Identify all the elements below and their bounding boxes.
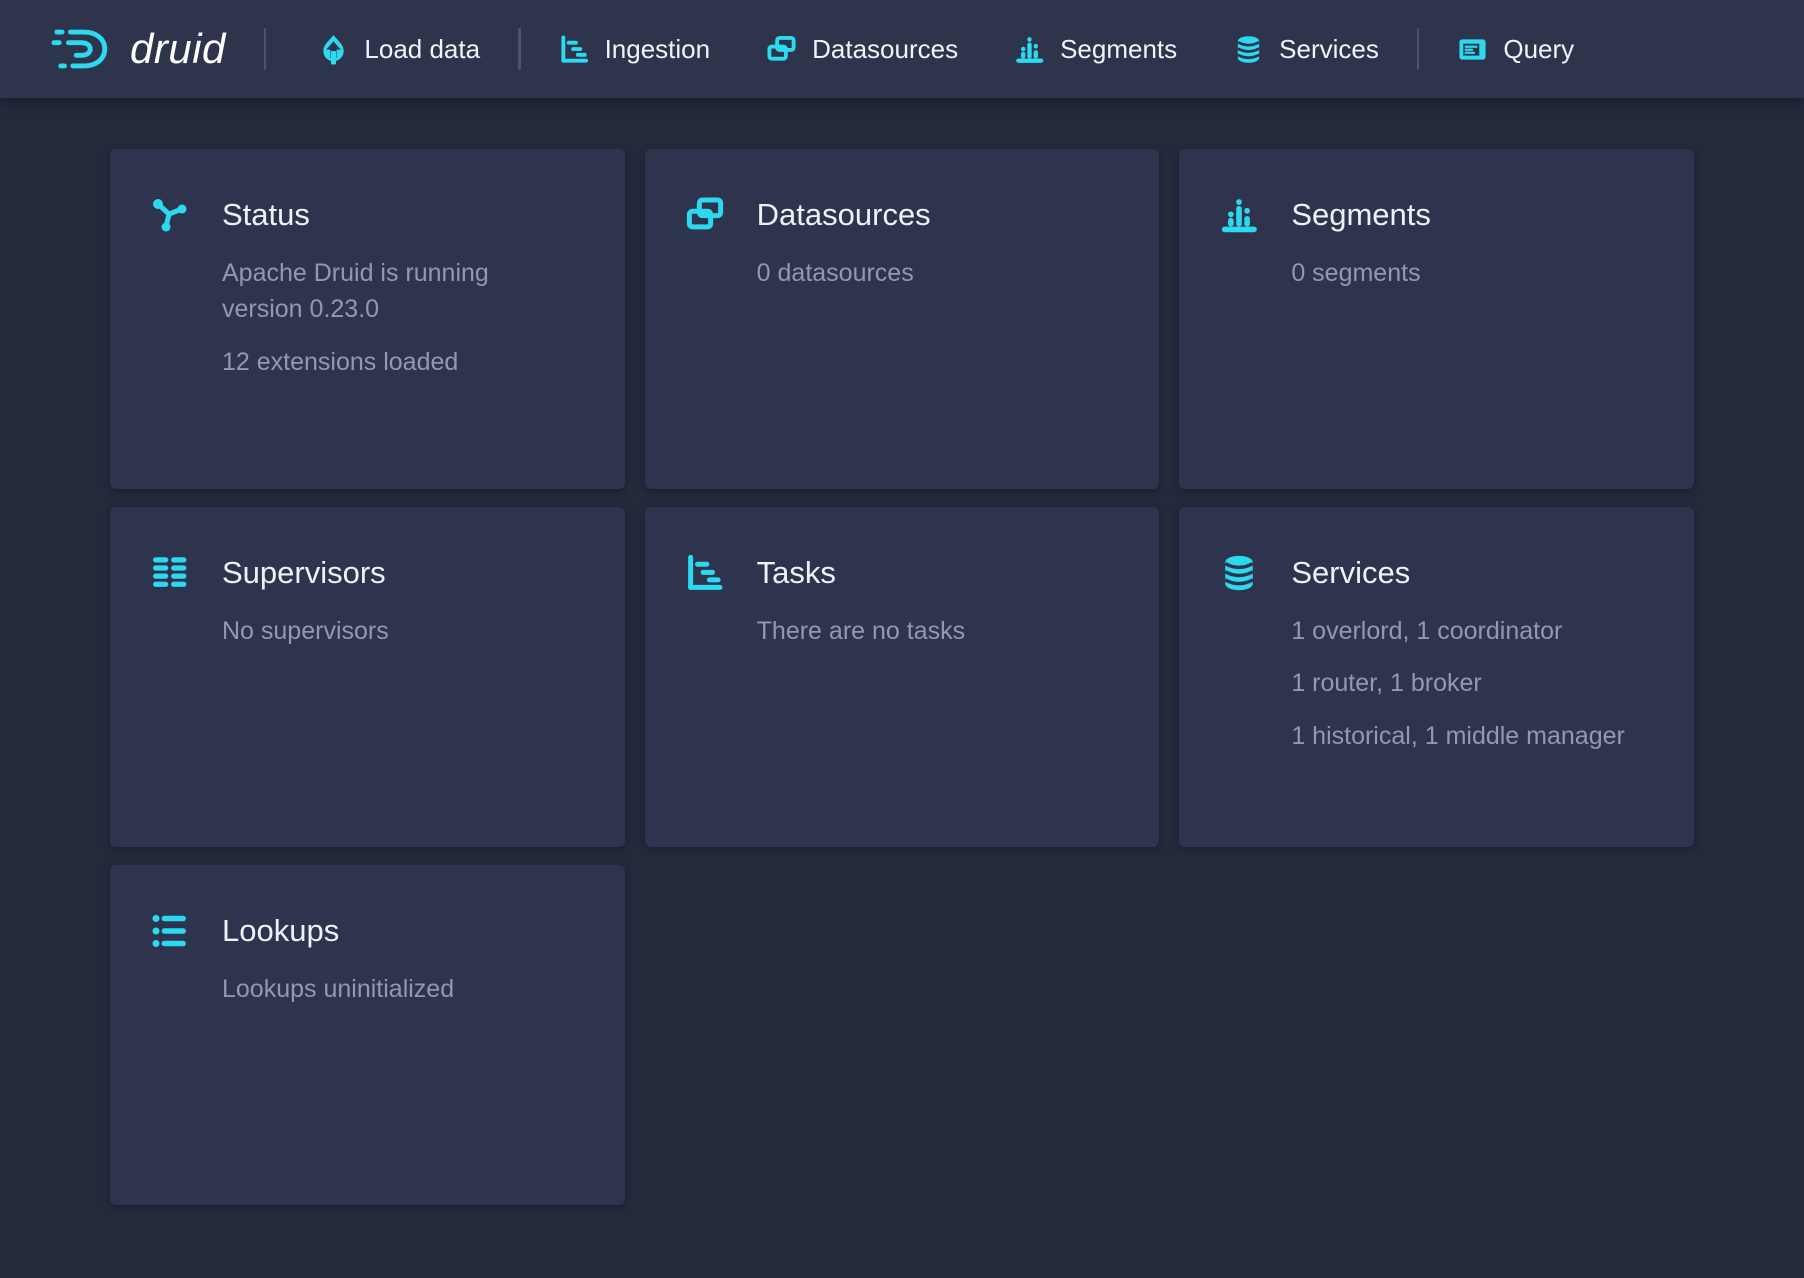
status-extensions-text: 12 extensions loaded xyxy=(222,344,552,380)
layers-icon xyxy=(766,34,797,65)
lookups-status-text: Lookups uninitialized xyxy=(222,971,597,1007)
services-line-1: 1 overlord, 1 coordinator xyxy=(1291,613,1666,649)
nav-item-query[interactable]: Query xyxy=(1429,0,1602,98)
card-title: Services xyxy=(1291,554,1410,591)
layers-icon xyxy=(685,195,725,235)
nav-item-ingestion[interactable]: Ingestion xyxy=(531,0,739,98)
druid-logo[interactable]: druid xyxy=(50,26,230,72)
nav-item-segments[interactable]: Segments xyxy=(986,0,1205,98)
nav-divider xyxy=(264,28,267,70)
status-card[interactable]: Status Apache Druid is running version 0… xyxy=(110,149,625,489)
nav-item-load-data[interactable]: Load data xyxy=(290,0,508,98)
top-navbar: druid Load data Ingestion Datasources xyxy=(0,0,1804,98)
druid-logo-icon xyxy=(50,26,114,72)
supervisors-status-text: No supervisors xyxy=(222,613,597,649)
status-running-text: Apache Druid is running version 0.23.0 xyxy=(222,255,552,328)
nav-label: Load data xyxy=(364,36,480,62)
nav-divider xyxy=(1417,28,1420,70)
card-title: Tasks xyxy=(757,554,836,591)
services-line-2: 1 router, 1 broker xyxy=(1291,665,1666,701)
database-icon xyxy=(1219,553,1259,593)
upload-icon xyxy=(318,34,349,65)
properties-list-icon xyxy=(150,911,190,951)
card-title: Status xyxy=(222,196,310,233)
nav-label: Datasources xyxy=(812,36,958,62)
services-card[interactable]: Services 1 overlord, 1 coordinator 1 rou… xyxy=(1179,507,1694,847)
card-title: Lookups xyxy=(222,912,339,949)
gantt-chart-icon xyxy=(685,553,725,593)
card-title: Datasources xyxy=(757,196,931,233)
nav-divider xyxy=(518,28,521,70)
lookups-card[interactable]: Lookups Lookups uninitialized xyxy=(110,865,625,1205)
console-icon xyxy=(1457,34,1488,65)
bar-chart-icon xyxy=(1219,195,1259,235)
nav-label: Services xyxy=(1279,36,1379,62)
home-card-grid: Status Apache Druid is running version 0… xyxy=(110,149,1694,1205)
brand-name: druid xyxy=(130,28,230,70)
nav-label: Query xyxy=(1503,36,1574,62)
graph-icon xyxy=(150,195,190,235)
nav-item-services[interactable]: Services xyxy=(1205,0,1407,98)
nav-label: Ingestion xyxy=(605,36,711,62)
card-title: Segments xyxy=(1291,196,1431,233)
list-columns-icon xyxy=(150,553,190,593)
tasks-card[interactable]: Tasks There are no tasks xyxy=(645,507,1160,847)
bar-chart-icon xyxy=(1014,34,1045,65)
card-title: Supervisors xyxy=(222,554,386,591)
segments-count-text: 0 segments xyxy=(1291,255,1666,291)
datasources-card[interactable]: Datasources 0 datasources xyxy=(645,149,1160,489)
database-icon xyxy=(1233,34,1264,65)
gantt-chart-icon xyxy=(559,34,590,65)
tasks-status-text: There are no tasks xyxy=(757,613,1132,649)
supervisors-card[interactable]: Supervisors No supervisors xyxy=(110,507,625,847)
nav-label: Segments xyxy=(1060,36,1177,62)
nav-item-datasources[interactable]: Datasources xyxy=(738,0,986,98)
segments-card[interactable]: Segments 0 segments xyxy=(1179,149,1694,489)
services-line-3: 1 historical, 1 middle manager xyxy=(1291,718,1666,754)
datasources-count-text: 0 datasources xyxy=(757,255,1132,291)
